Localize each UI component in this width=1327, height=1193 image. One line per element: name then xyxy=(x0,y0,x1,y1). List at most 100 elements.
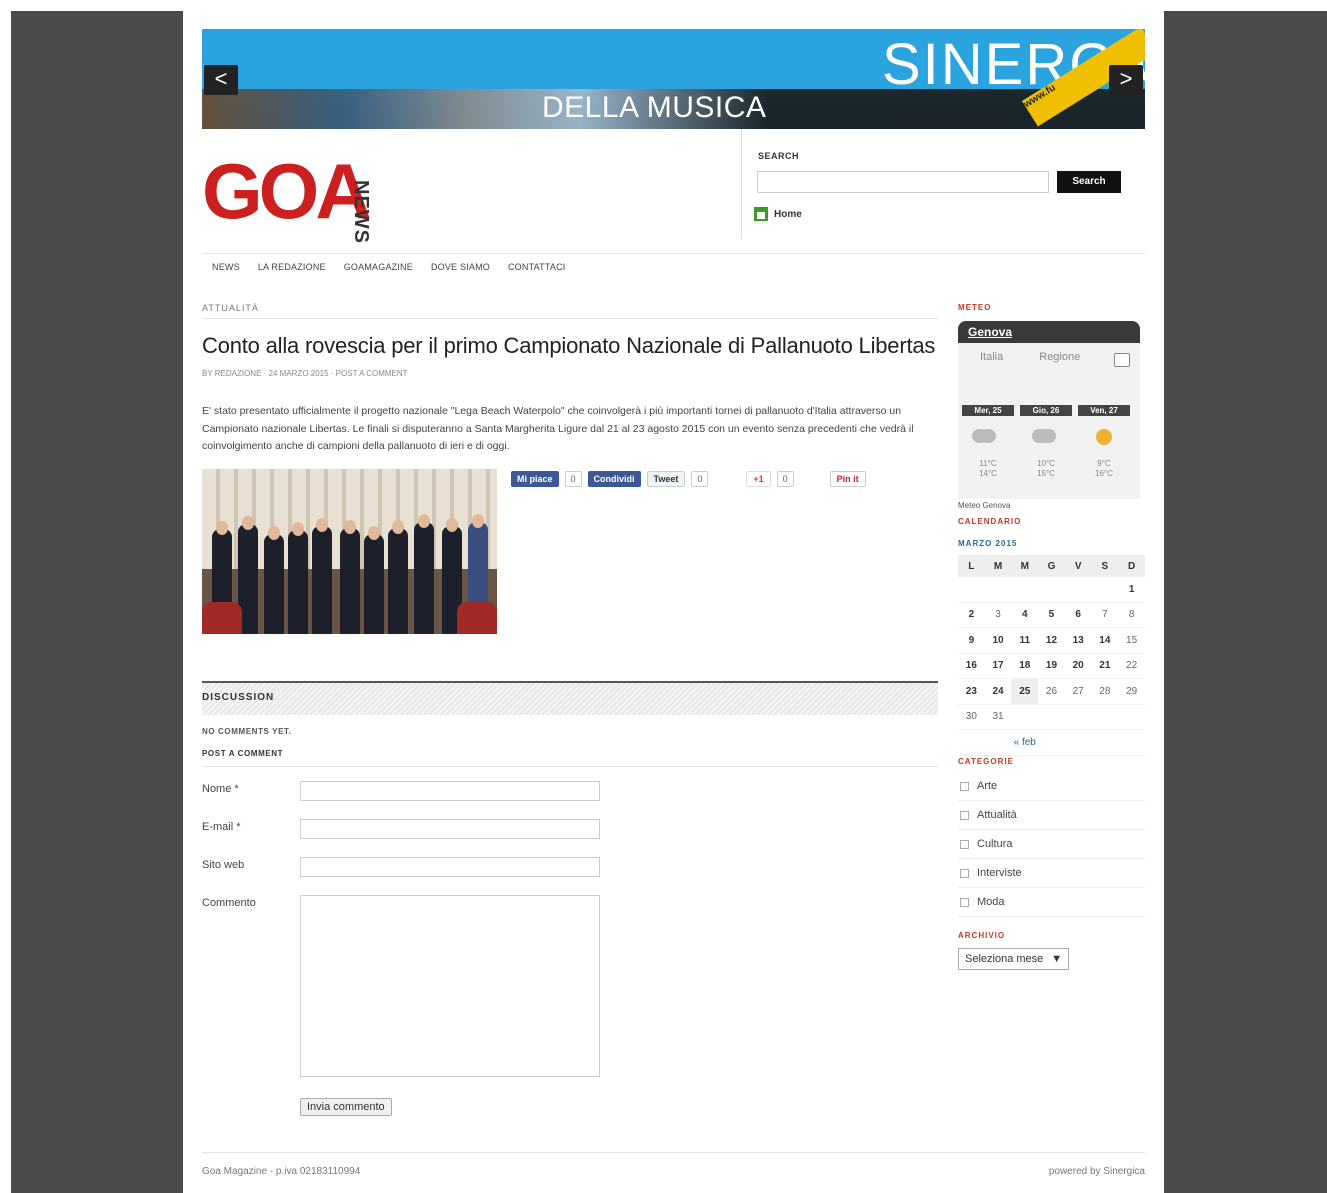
tweet-button[interactable]: Tweet xyxy=(646,471,686,487)
form-divider xyxy=(202,766,938,767)
calendar-day xyxy=(1011,704,1039,730)
home-link[interactable]: Home xyxy=(754,207,802,221)
calendar-day[interactable]: 20 xyxy=(1064,653,1092,679)
meteo-temp: 11°C 14°C xyxy=(962,459,1014,479)
calendar-day[interactable]: 13 xyxy=(1064,627,1092,654)
banner-next-button[interactable]: > xyxy=(1109,65,1143,95)
comment-textarea[interactable] xyxy=(300,895,600,1077)
weekday-header: D xyxy=(1118,555,1145,577)
facebook-like-count: 0 xyxy=(564,471,582,487)
meteo-city[interactable]: Genova xyxy=(958,321,1140,343)
calendar-day[interactable]: 16 xyxy=(958,653,985,679)
meteo-temp: 10°C 15°C xyxy=(1020,459,1072,479)
footer-powered-by[interactable]: powered by Sinergica xyxy=(1049,1166,1145,1177)
categories-list: Arte Attualità Cultura Interviste Moda xyxy=(958,772,1145,917)
nav-item-dove-siamo[interactable]: DOVE SIAMO xyxy=(431,262,490,272)
nav-item-goamagazine[interactable]: GOAMAGAZINE xyxy=(344,262,413,272)
calendar-day[interactable]: 23 xyxy=(958,678,985,705)
banner-slider[interactable]: SINERGICA DELLA MUSICA www.fu < > xyxy=(202,29,1145,129)
nav-item-contattaci[interactable]: CONTATTACI xyxy=(508,262,566,272)
discussion-title: DISCUSSION xyxy=(202,692,275,703)
temp-max: 15°C xyxy=(1037,469,1055,478)
google-plus-button[interactable]: +1 xyxy=(746,471,771,487)
website-field[interactable] xyxy=(300,857,600,877)
header-divider xyxy=(741,129,742,239)
calendar-day[interactable]: 19 xyxy=(1038,653,1065,679)
calendar-day[interactable]: 6 xyxy=(1064,602,1092,628)
page-background-left xyxy=(11,11,183,1193)
archive-month-select[interactable]: Seleziona mese ▼ xyxy=(958,948,1070,970)
bullet-icon xyxy=(960,810,969,820)
print-icon[interactable] xyxy=(1114,353,1130,367)
calendar-day[interactable]: 24 xyxy=(984,678,1012,705)
calendar-day: 29 xyxy=(1118,678,1145,705)
logo-side-text: NEWS xyxy=(350,180,372,244)
calendar-day[interactable]: 1 xyxy=(1118,577,1145,603)
website-label: Sito web xyxy=(202,859,245,871)
search-button[interactable]: Search xyxy=(1057,171,1121,193)
calendar-day[interactable]: 11 xyxy=(1011,627,1039,654)
cloudy-icon xyxy=(972,429,996,443)
calendar-day[interactable]: 2 xyxy=(958,602,985,628)
calendar-day xyxy=(1118,704,1145,730)
sun-icon xyxy=(1096,429,1112,445)
email-field[interactable] xyxy=(300,819,600,839)
calendar-day[interactable]: 10 xyxy=(984,627,1012,654)
footer-copyright: Goa Magazine - p.iva 02183110994 xyxy=(202,1166,361,1177)
article-meta[interactable]: BY REDAZIONE · 24 MARZO 2015 · POST A CO… xyxy=(202,369,408,378)
calendar-day[interactable]: 21 xyxy=(1091,653,1119,679)
category-label: Interviste xyxy=(977,867,1022,879)
article-category[interactable]: ATTUALITÀ xyxy=(202,303,259,313)
weekday-header: L xyxy=(958,555,985,577)
calendar-day[interactable]: 5 xyxy=(1038,602,1065,628)
category-item[interactable]: Attualità xyxy=(958,801,1145,830)
banner-prev-button[interactable]: < xyxy=(204,65,238,95)
temp-max: 16°C xyxy=(1095,469,1113,478)
facebook-like-button[interactable]: Mi piace xyxy=(511,471,559,487)
footer-divider xyxy=(202,1152,1145,1153)
name-field[interactable] xyxy=(300,781,600,801)
calendar-day-today[interactable]: 25 xyxy=(1011,678,1039,705)
submit-comment-button[interactable]: Invia commento xyxy=(300,1098,392,1116)
pinterest-button[interactable]: Pin it xyxy=(829,471,866,487)
post-comment-heading: POST A COMMENT xyxy=(202,749,284,758)
meteo-footer-link[interactable]: Meteo Genova xyxy=(958,501,1010,510)
meteo-tab-italia[interactable]: Italia xyxy=(980,351,1003,363)
calendar-day xyxy=(1011,577,1039,603)
facebook-share-button[interactable]: Condividi xyxy=(587,471,641,487)
nav-item-la-redazione[interactable]: LA REDAZIONE xyxy=(258,262,326,272)
calendar-day[interactable]: 4 xyxy=(1011,602,1039,628)
calendar-day xyxy=(1091,577,1119,603)
meteo-tab-regione[interactable]: Regione xyxy=(1039,351,1080,363)
category-divider xyxy=(202,318,938,319)
calendar-day[interactable]: 17 xyxy=(984,653,1012,679)
calendar-month: MARZO 2015 xyxy=(958,539,1018,548)
calendar-day[interactable]: 9 xyxy=(958,627,985,654)
calendar-prev-month-link[interactable]: « feb xyxy=(984,729,1065,756)
header-divider-line xyxy=(202,253,1145,254)
category-item[interactable]: Arte xyxy=(958,772,1145,801)
banner-caption: DELLA MUSICA xyxy=(542,91,767,124)
calendar-day: 7 xyxy=(1091,602,1119,628)
meteo-temp: 9°C 16°C xyxy=(1078,459,1130,479)
category-label: Arte xyxy=(977,780,998,792)
calendar-day xyxy=(1064,704,1092,730)
category-item[interactable]: Cultura xyxy=(958,830,1145,859)
chevron-down-icon: ▼ xyxy=(1051,953,1063,965)
calendar-day[interactable]: 12 xyxy=(1038,627,1065,654)
nav-item-news[interactable]: NEWS xyxy=(212,262,240,272)
search-input[interactable] xyxy=(757,171,1049,193)
calendar-day[interactable]: 18 xyxy=(1011,653,1039,679)
share-bar: Mi piace 0 Condividi Tweet 0 +1 0 Pin it xyxy=(511,471,866,487)
bullet-icon xyxy=(960,781,969,791)
comment-label: Commento xyxy=(202,897,256,909)
logo-main-text: GOA xyxy=(202,147,372,235)
site-logo[interactable]: GOA NEWS xyxy=(202,146,422,244)
calendar-day xyxy=(1038,704,1065,730)
calendar-day xyxy=(1038,577,1065,603)
category-item[interactable]: Interviste xyxy=(958,859,1145,888)
category-item[interactable]: Moda xyxy=(958,888,1145,917)
calendar-day: 8 xyxy=(1118,602,1145,628)
calendar-day[interactable]: 14 xyxy=(1091,627,1119,654)
archive-selected-value: Seleziona mese xyxy=(965,953,1044,965)
